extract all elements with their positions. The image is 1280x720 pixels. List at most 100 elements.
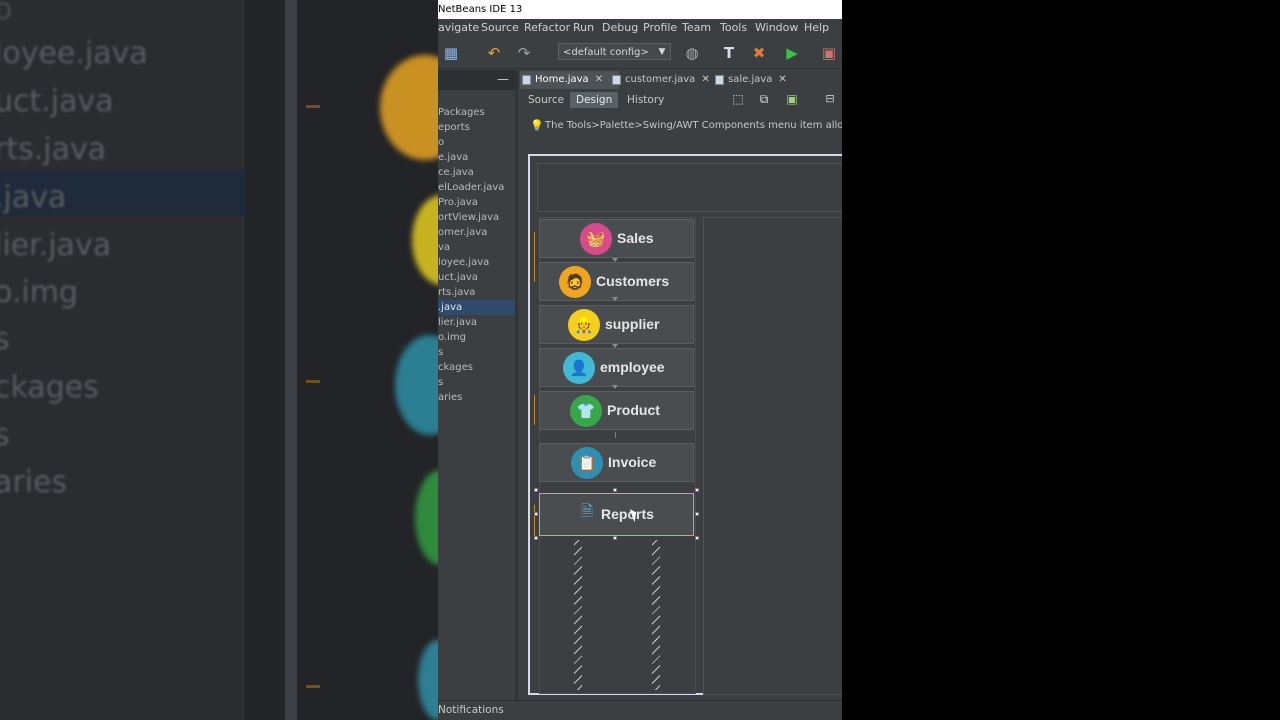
tree-item[interactable]: omer.java — [438, 225, 515, 240]
tree-item[interactable]: uct.java — [438, 270, 515, 285]
resize-handle[interactable] — [613, 536, 617, 540]
tree-item[interactable]: s — [438, 375, 515, 390]
connector-caret — [612, 297, 618, 301]
tree-item[interactable]: rts.java — [438, 285, 515, 300]
tree-item-selected[interactable]: .java — [438, 300, 515, 315]
blurred-text: uct.java — [0, 84, 114, 119]
tree-item[interactable]: loyee.java — [438, 255, 515, 270]
worker-icon: 👷 — [568, 309, 600, 341]
tree-item[interactable]: eports — [438, 120, 515, 135]
notifications-label[interactable]: Notifications — [438, 704, 504, 716]
tree-item[interactable]: o.img — [438, 330, 515, 345]
tree-item[interactable]: elLoader.java — [438, 180, 515, 195]
globe-icon[interactable]: ◍ — [683, 44, 701, 62]
menu-debug[interactable]: Debug — [602, 21, 638, 34]
lightbulb-icon: 💡 — [530, 119, 544, 132]
close-icon[interactable]: ✕ — [595, 74, 603, 85]
tab-customer-java[interactable]: customer.java ✕ — [610, 71, 719, 89]
history-view-button[interactable]: History — [621, 92, 670, 108]
tree-item[interactable]: Packages — [438, 105, 515, 120]
man-avatar-icon: 🧔 — [559, 266, 591, 298]
undo-icon[interactable]: ↶ — [485, 44, 503, 62]
config-select[interactable]: <default config> ▼ — [558, 43, 671, 60]
resize-handle[interactable] — [695, 488, 699, 492]
invoice-button[interactable]: 📋 Invoice — [539, 443, 694, 482]
preview-design-icon[interactable]: ▣ — [783, 90, 801, 108]
resize-handle[interactable] — [534, 488, 538, 492]
tree-item[interactable]: aries — [438, 390, 515, 405]
blurred-text: o — [0, 0, 13, 27]
menu-tools[interactable]: Tools — [720, 21, 747, 34]
close-icon[interactable]: ✕ — [778, 74, 786, 85]
clean-build-icon[interactable]: ✖ — [750, 44, 768, 62]
redo-icon[interactable]: ↷ — [515, 44, 533, 62]
customers-label: Customers — [596, 273, 670, 289]
menu-refactor[interactable]: Refactor — [524, 21, 570, 34]
anchor-line — [534, 505, 535, 540]
blurred-supplier-icon — [412, 195, 438, 285]
sales-button[interactable]: 🧺 Sales — [539, 219, 694, 258]
reports-button[interactable]: 🗎 Reports — [539, 493, 694, 536]
resize-handle[interactable] — [534, 536, 538, 540]
tree-item[interactable]: e.java — [438, 150, 515, 165]
align-left-icon[interactable]: ⊟ — [821, 90, 839, 108]
tree-item[interactable]: ortView.java — [438, 210, 515, 225]
employee-label: employee — [600, 359, 665, 375]
save-all-icon[interactable]: ▦ — [442, 44, 460, 62]
blurred-invoice-icon — [418, 640, 438, 720]
close-icon[interactable]: ✕ — [701, 74, 709, 85]
connector-caret — [612, 385, 618, 389]
java-file-icon — [612, 75, 621, 85]
employee-button[interactable]: 👤 employee — [539, 348, 694, 387]
tree-item[interactable]: lier.java — [438, 315, 515, 330]
blurred-connector — [306, 685, 320, 688]
menu-team[interactable]: Team — [682, 21, 711, 34]
status-bar: Notifications — [438, 700, 842, 720]
app-title: NetBeans IDE 13 — [438, 4, 523, 15]
tree-item[interactable]: s — [438, 345, 515, 360]
chevron-down-icon: ▼ — [658, 47, 666, 57]
tab-home-java[interactable]: Home.java ✕ — [520, 71, 619, 89]
product-button[interactable]: 👕 Product — [539, 391, 694, 430]
resize-handle[interactable] — [534, 512, 538, 516]
debug-icon[interactable]: ▣ — [820, 44, 838, 62]
blurred-background-left: o loyee.java uct.java rts.java .java lie… — [0, 0, 438, 720]
gap-spring — [574, 540, 582, 690]
invoice-label: Invoice — [608, 454, 657, 470]
menu-navigate[interactable]: avigate — [438, 21, 479, 34]
person-icon: 👤 — [563, 352, 595, 384]
resize-handle[interactable] — [695, 512, 699, 516]
menu-window[interactable]: Window — [755, 21, 798, 34]
tab-sale-java[interactable]: sale.java ✕ — [713, 71, 803, 89]
tree-item[interactable]: va — [438, 240, 515, 255]
minimize-icon[interactable]: — — [497, 72, 509, 86]
run-icon[interactable]: ▶ — [783, 44, 801, 62]
selection-mode-icon[interactable]: ⬚ — [729, 90, 747, 108]
editor-tabs: Home.java ✕ customer.java ✕ sale.java ✕ — [518, 70, 842, 91]
tree-item[interactable]: o — [438, 135, 515, 150]
blurred-connector — [306, 380, 320, 383]
menu-source[interactable]: Source — [481, 21, 519, 34]
document-icon: 🗎 — [580, 502, 594, 520]
design-view-button[interactable]: Design — [570, 92, 619, 108]
supplier-button[interactable]: 👷 supplier — [539, 305, 694, 344]
anchor-line — [534, 395, 535, 425]
customers-button[interactable]: 🧔 Customers — [539, 262, 694, 301]
menu-profile[interactable]: Profile — [643, 21, 677, 34]
tree-item[interactable]: ce.java — [438, 165, 515, 180]
connection-mode-icon[interactable]: ⧉ — [755, 90, 773, 108]
hint-text: The Tools>Palette>Swing/AWT Components m… — [545, 120, 842, 131]
content-panel[interactable] — [703, 217, 842, 695]
menu-run[interactable]: Run — [573, 21, 594, 34]
resize-handle[interactable] — [695, 536, 699, 540]
tree-item[interactable]: ckages — [438, 360, 515, 375]
tree-item[interactable]: Pro.java — [438, 195, 515, 210]
source-view-button[interactable]: Source — [522, 92, 570, 108]
gap-spring — [652, 540, 660, 690]
menu-help[interactable]: Help — [804, 21, 829, 34]
resize-handle[interactable] — [613, 488, 617, 492]
build-hammer-icon[interactable]: T — [720, 44, 738, 62]
right-background — [842, 0, 1280, 720]
header-panel[interactable] — [537, 163, 842, 212]
hint-bar: 💡 The Tools>Palette>Swing/AWT Components… — [518, 112, 842, 140]
